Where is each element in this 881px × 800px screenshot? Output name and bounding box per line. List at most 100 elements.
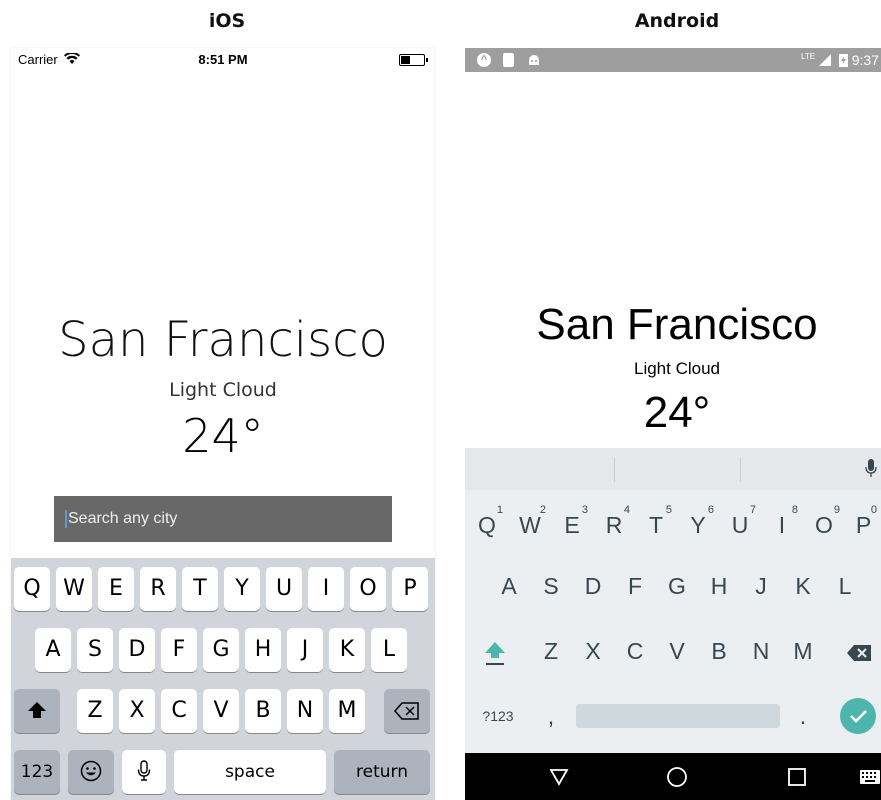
key-f[interactable]: F [161,628,197,672]
back-icon[interactable] [549,768,569,786]
key-k[interactable]: K [329,628,365,672]
key-n[interactable]: N [741,626,781,676]
key-z[interactable]: Z [531,626,571,676]
symbols-key[interactable]: ?123 [475,691,521,741]
comma-key[interactable]: , [531,691,571,741]
key-u[interactable]: U [266,567,302,611]
key-g[interactable]: G [203,628,239,672]
key-v[interactable]: V [203,689,239,733]
status-right-group: LTE 9:37 [801,52,879,68]
shift-key[interactable] [14,689,60,733]
ios-status-bar: Carrier 8:51 PM [11,48,435,70]
key-i[interactable]: I [308,567,344,611]
key-l[interactable]: L [371,628,407,672]
keyboard-switch-icon[interactable] [860,770,880,784]
key-j[interactable]: J [287,628,323,672]
ios-screen: Carrier 8:51 PM San Francisco Light Clou… [11,48,435,800]
key-n[interactable]: N [287,689,323,733]
key-l[interactable]: L [825,561,865,611]
key-q[interactable]: Q [14,567,50,611]
android-column-title: Android [634,10,720,32]
key-a[interactable]: A [35,628,71,672]
recents-icon[interactable] [788,768,806,786]
key-u[interactable]: U7 [720,500,760,550]
key-o[interactable]: O9 [804,500,844,550]
return-key[interactable]: return [334,750,430,794]
key-y[interactable]: Y [224,567,260,611]
backspace-key[interactable] [839,626,879,676]
key-m[interactable]: M [783,626,823,676]
city-name: San Francisco [58,312,388,368]
key-h[interactable]: H [699,561,739,611]
backspace-key[interactable] [384,689,430,733]
space-key[interactable]: space [174,750,326,794]
key-q[interactable]: Q1 [467,500,507,550]
battery-charging-icon [838,54,848,67]
backspace-icon [847,645,871,661]
key-x[interactable]: X [119,689,155,733]
temperature: 24° [643,388,711,437]
numbers-key[interactable]: 123 [14,750,60,794]
android-clock: 9:37 [851,52,879,68]
key-x[interactable]: X [573,626,613,676]
done-key[interactable] [840,698,876,734]
shift-arrow-icon [28,702,46,718]
temperature: 24° [182,409,264,463]
key-w[interactable]: W2 [510,500,550,550]
key-b[interactable]: B [699,626,739,676]
key-h[interactable]: H [245,628,281,672]
android-status-bar: ^ LTE 9:37 [465,48,881,72]
key-t[interactable]: T5 [636,500,676,550]
app-notification-icon: ^ [477,53,491,67]
key-s[interactable]: S [77,628,113,672]
home-icon[interactable] [666,766,688,788]
key-j[interactable]: J [741,561,781,611]
emoji-key[interactable] [68,750,114,794]
android-debug-icon [529,55,539,65]
key-e[interactable]: E3 [552,500,592,550]
text-caret [65,509,67,528]
key-z[interactable]: Z [77,689,113,733]
key-i[interactable]: I8 [762,500,802,550]
key-t[interactable]: T [182,567,218,611]
key-r[interactable]: R [140,567,176,611]
key-r[interactable]: R4 [594,500,634,550]
weather-description: Light Cloud [169,379,277,401]
city-name: San Francisco [536,300,818,349]
key-y[interactable]: Y6 [678,500,718,550]
key-v[interactable]: V [657,626,697,676]
lte-label: LTE [801,52,816,61]
key-c[interactable]: C [615,626,655,676]
shift-key[interactable] [475,626,515,676]
key-p[interactable]: P0 [846,500,881,550]
key-e[interactable]: E [98,567,134,611]
ios-clock: 8:51 PM [198,52,248,67]
key-p[interactable]: P [392,567,428,611]
key-g[interactable]: G [657,561,697,611]
key-b[interactable]: B [245,689,281,733]
battery-icon [399,54,428,66]
suggestion-divider [740,458,741,482]
suggestion-strip [465,448,881,490]
key-w[interactable]: W [56,567,92,611]
search-placeholder: Search any city [68,510,178,527]
key-m[interactable]: M [329,689,365,733]
key-a[interactable]: A [489,561,529,611]
key-o[interactable]: O [350,567,386,611]
period-key[interactable]: . [783,691,823,741]
key-s[interactable]: S [531,561,571,611]
microphone-icon [137,760,151,781]
suggestion-divider [614,458,615,482]
key-d[interactable]: D [119,628,155,672]
android-navigation-bar [465,753,881,800]
space-key[interactable] [576,704,780,728]
search-input[interactable]: Search any city [54,496,392,542]
key-c[interactable]: C [161,689,197,733]
sd-card-icon [503,53,514,67]
android-screen: ^ LTE 9:37 San Francisco Light Cloud 24° [465,48,881,800]
key-k[interactable]: K [783,561,823,611]
key-f[interactable]: F [615,561,655,611]
dictation-key[interactable] [122,750,166,794]
microphone-icon[interactable] [865,459,877,479]
key-d[interactable]: D [573,561,613,611]
